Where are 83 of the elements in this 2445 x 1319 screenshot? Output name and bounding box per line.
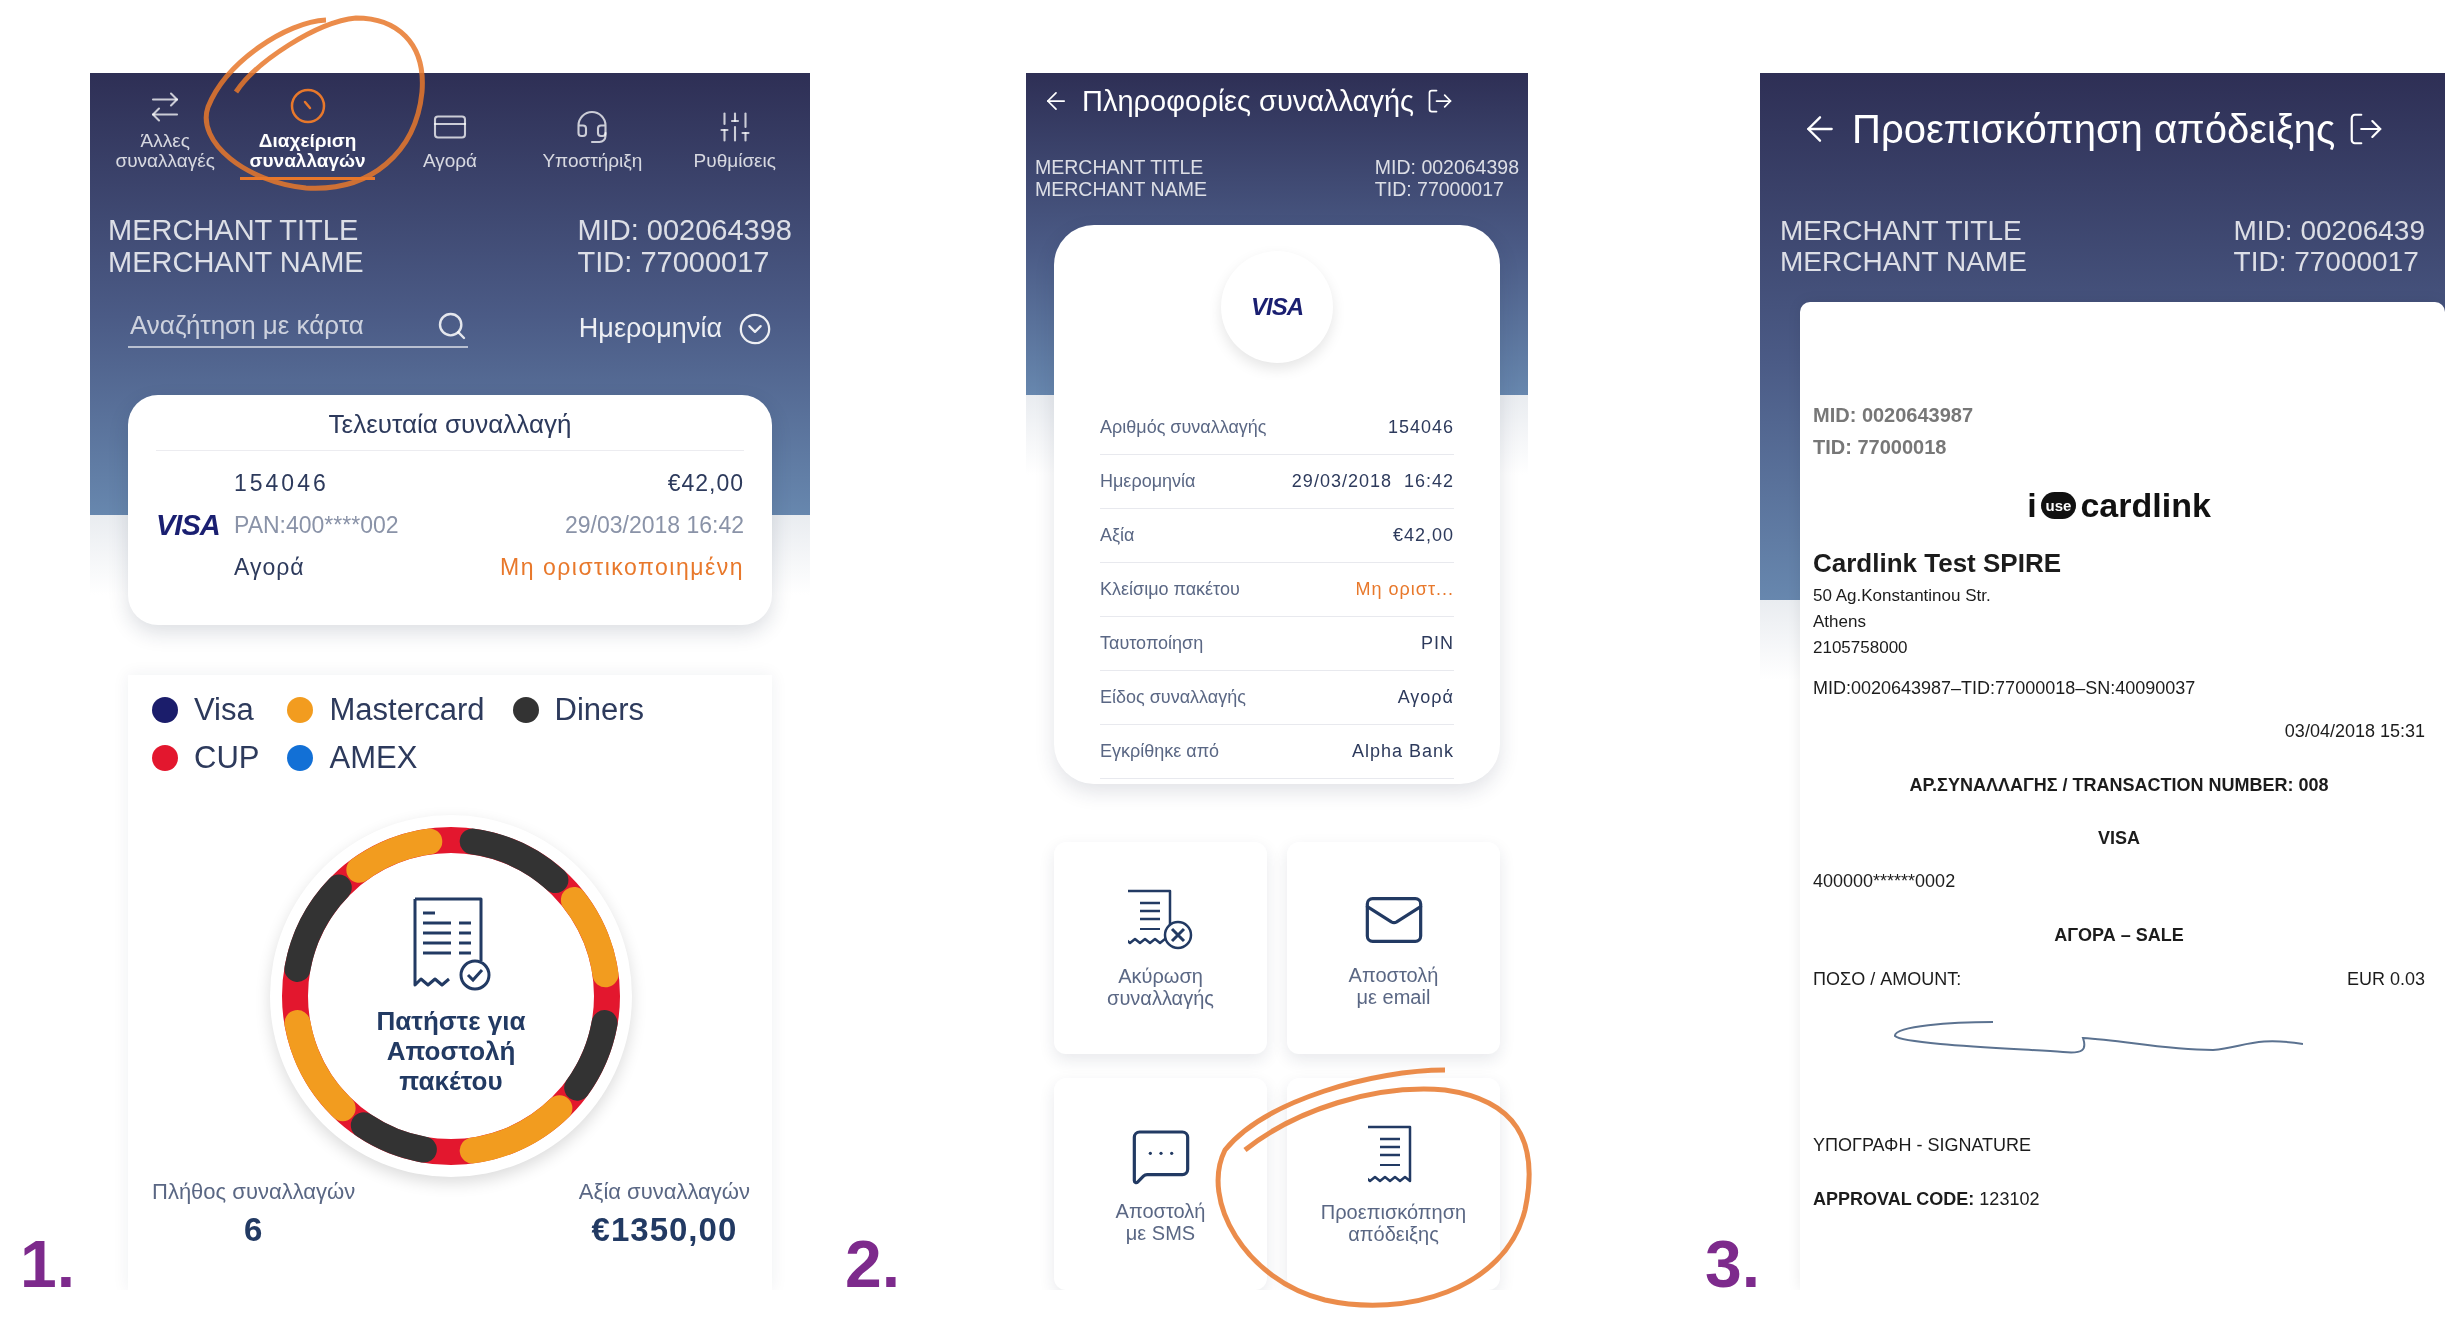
receipt-line: 50 Ag.Konstantinou Str. — [1813, 584, 1992, 607]
detail-value: Αγορά — [1397, 686, 1454, 708]
send-package-button[interactable]: Πατήστε για Αποστολή πακέτου — [270, 814, 632, 1177]
logo-prefix: i — [2027, 485, 2037, 525]
detail-value: PIN — [1421, 632, 1454, 654]
card-pan: PAN:400****002 — [234, 512, 400, 540]
legend-label: CUP — [194, 738, 260, 777]
receipt-line: 400000******0002 — [1813, 870, 1957, 894]
legend-label: Visa — [194, 690, 254, 729]
receipt-line: ΑΡ.ΣΥΝΑΛΛΑΓΗΣ / TRANSACTION NUMBER: 008 — [1908, 773, 2330, 797]
merchant-title: MERCHANT TITLE — [1035, 157, 1205, 180]
detail-value: 29/03/2018 16:42 — [1291, 470, 1454, 492]
receipt-line: TID: 77000018 — [1813, 434, 1948, 460]
receipt-line: Cardlink Test SPIRE — [1813, 546, 2063, 580]
value-label: Αξία συναλλαγών — [578, 1178, 750, 1205]
merchant-id: MID: 00206439 — [2233, 215, 2425, 247]
receipt-line: MID:0020643987–TID:77000018–SN:40090037 — [1813, 676, 2197, 700]
step-number: 2. — [845, 1231, 901, 1297]
detail-value: Μη οριστ... — [1355, 578, 1454, 600]
nav-tab[interactable]: Υποστήριξη — [525, 73, 660, 180]
action-button[interactable]: Αποστολή με SMS — [1054, 1078, 1267, 1290]
detail-value: €42,00 — [1392, 524, 1454, 546]
legend-label: Mastercard — [329, 690, 485, 729]
value-total: €1350,00 — [591, 1210, 738, 1249]
detail-label: Ταυτοποίηση — [1100, 632, 1204, 654]
receipt-line: Athens — [1813, 610, 1867, 633]
screen-title: Προεπισκόπηση απόδειξης — [1852, 106, 2336, 152]
chevron-down-icon — [738, 311, 772, 346]
receipt-line: MID: 0020643987 — [1813, 402, 1975, 428]
nav-tab[interactable]: Ρυθμίσεις — [667, 73, 802, 180]
terminal-id: TID: 77000017 — [1374, 179, 1505, 201]
card-title: Τελευταία συναλλαγή — [156, 394, 744, 451]
detail-label: Κλείσιμο πακέτου — [1100, 578, 1240, 600]
detail-label: Αξία — [1100, 524, 1135, 546]
card-brand: VISA — [156, 509, 220, 543]
terminal-id: TID: 77000017 — [577, 246, 771, 279]
transaction-number: 154046 — [234, 470, 330, 498]
logo-name: cardlink — [2080, 485, 2211, 525]
transaction-date: 29/03/2018 16:42 — [563, 512, 744, 540]
detail-value: Alpha Bank — [1351, 740, 1454, 762]
transaction-amount: €42,00 — [666, 470, 744, 498]
brand-circle: VISA — [1221, 250, 1333, 363]
detail-label: Ημερομηνία — [1100, 470, 1196, 492]
legend-label: Diners — [554, 690, 645, 729]
dial-icon — [288, 87, 327, 126]
step-number: 3. — [1704, 1231, 1760, 1297]
count-value: 6 — [243, 1210, 264, 1249]
nav-tab[interactable]: Διαχείριση συναλλαγών — [240, 73, 375, 180]
merchant-name: MERCHANT NAME — [1035, 179, 1207, 201]
merchant-title: MERCHANT TITLE — [1780, 215, 2023, 247]
logo-badge: use — [2040, 491, 2077, 519]
action-button[interactable]: Προεπισκόπηση απόδειξης — [1287, 1078, 1500, 1290]
receipt-line: ΥΠΟΓΡΑΦΗ - SIGNATURE — [1813, 1134, 2033, 1158]
merchant-name: MERCHANT NAME — [1780, 246, 2028, 278]
transaction-type: Αγορά — [234, 554, 306, 582]
detail-label: Αριθμός συναλλαγής — [1100, 416, 1267, 438]
merchant-id: MID: 002064398 — [1374, 157, 1519, 180]
detail-value: 154046 — [1387, 416, 1454, 438]
receipt-line: 2105758000 — [1813, 636, 1909, 659]
detail-label: Εγκρίθηκε από — [1100, 740, 1220, 762]
amount-value: EUR 0.03 — [2346, 969, 2425, 991]
action-button[interactable]: Αποστολή με email — [1287, 842, 1500, 1054]
last-transaction-card[interactable]: Τελευταία συναλλαγή VISA 154046 €42,00 PAN:400****002 29/03/2018 16:42 Αγορά Μη οριστικοποιημένη — [128, 394, 772, 625]
screen-title: Πληροφορίες συναλλαγής — [1082, 84, 1414, 118]
merchant-id: MID: 002064398 — [577, 214, 792, 247]
receipt-line: VISA — [2097, 826, 2141, 850]
nav-tab[interactable]: Άλλες συναλλαγές — [98, 73, 233, 180]
receipt-line: ΑΓΟΡΑ – SALE — [2053, 923, 2185, 947]
merchant-title: MERCHANT TITLE — [108, 214, 360, 247]
legend-label: AMEX — [329, 738, 418, 777]
step-number: 1. — [20, 1231, 76, 1297]
receipt-line: APPROVAL CODE: 123102 — [1813, 1187, 2041, 1211]
terminal-id: TID: 77000017 — [2233, 246, 2420, 278]
merchant-name: MERCHANT NAME — [108, 246, 364, 279]
detail-label: Είδος συναλλαγής — [1100, 686, 1246, 708]
search-field[interactable]: Αναζήτηση με κάρτα — [128, 309, 468, 349]
transaction-status: Μη οριστικοποιημένη — [500, 554, 744, 582]
count-label: Πλήθος συναλλαγών — [152, 1178, 356, 1205]
date-dropdown[interactable]: Ημερομηνία — [578, 311, 772, 346]
receipt-line: 03/04/2018 15:31 — [2283, 720, 2425, 744]
amount-label: ΠΟΣΟ / AMOUNT: — [1813, 969, 1962, 991]
action-button[interactable]: Ακύρωση συναλλαγής — [1054, 842, 1267, 1054]
nav-tab[interactable]: Αγορά — [382, 73, 518, 180]
